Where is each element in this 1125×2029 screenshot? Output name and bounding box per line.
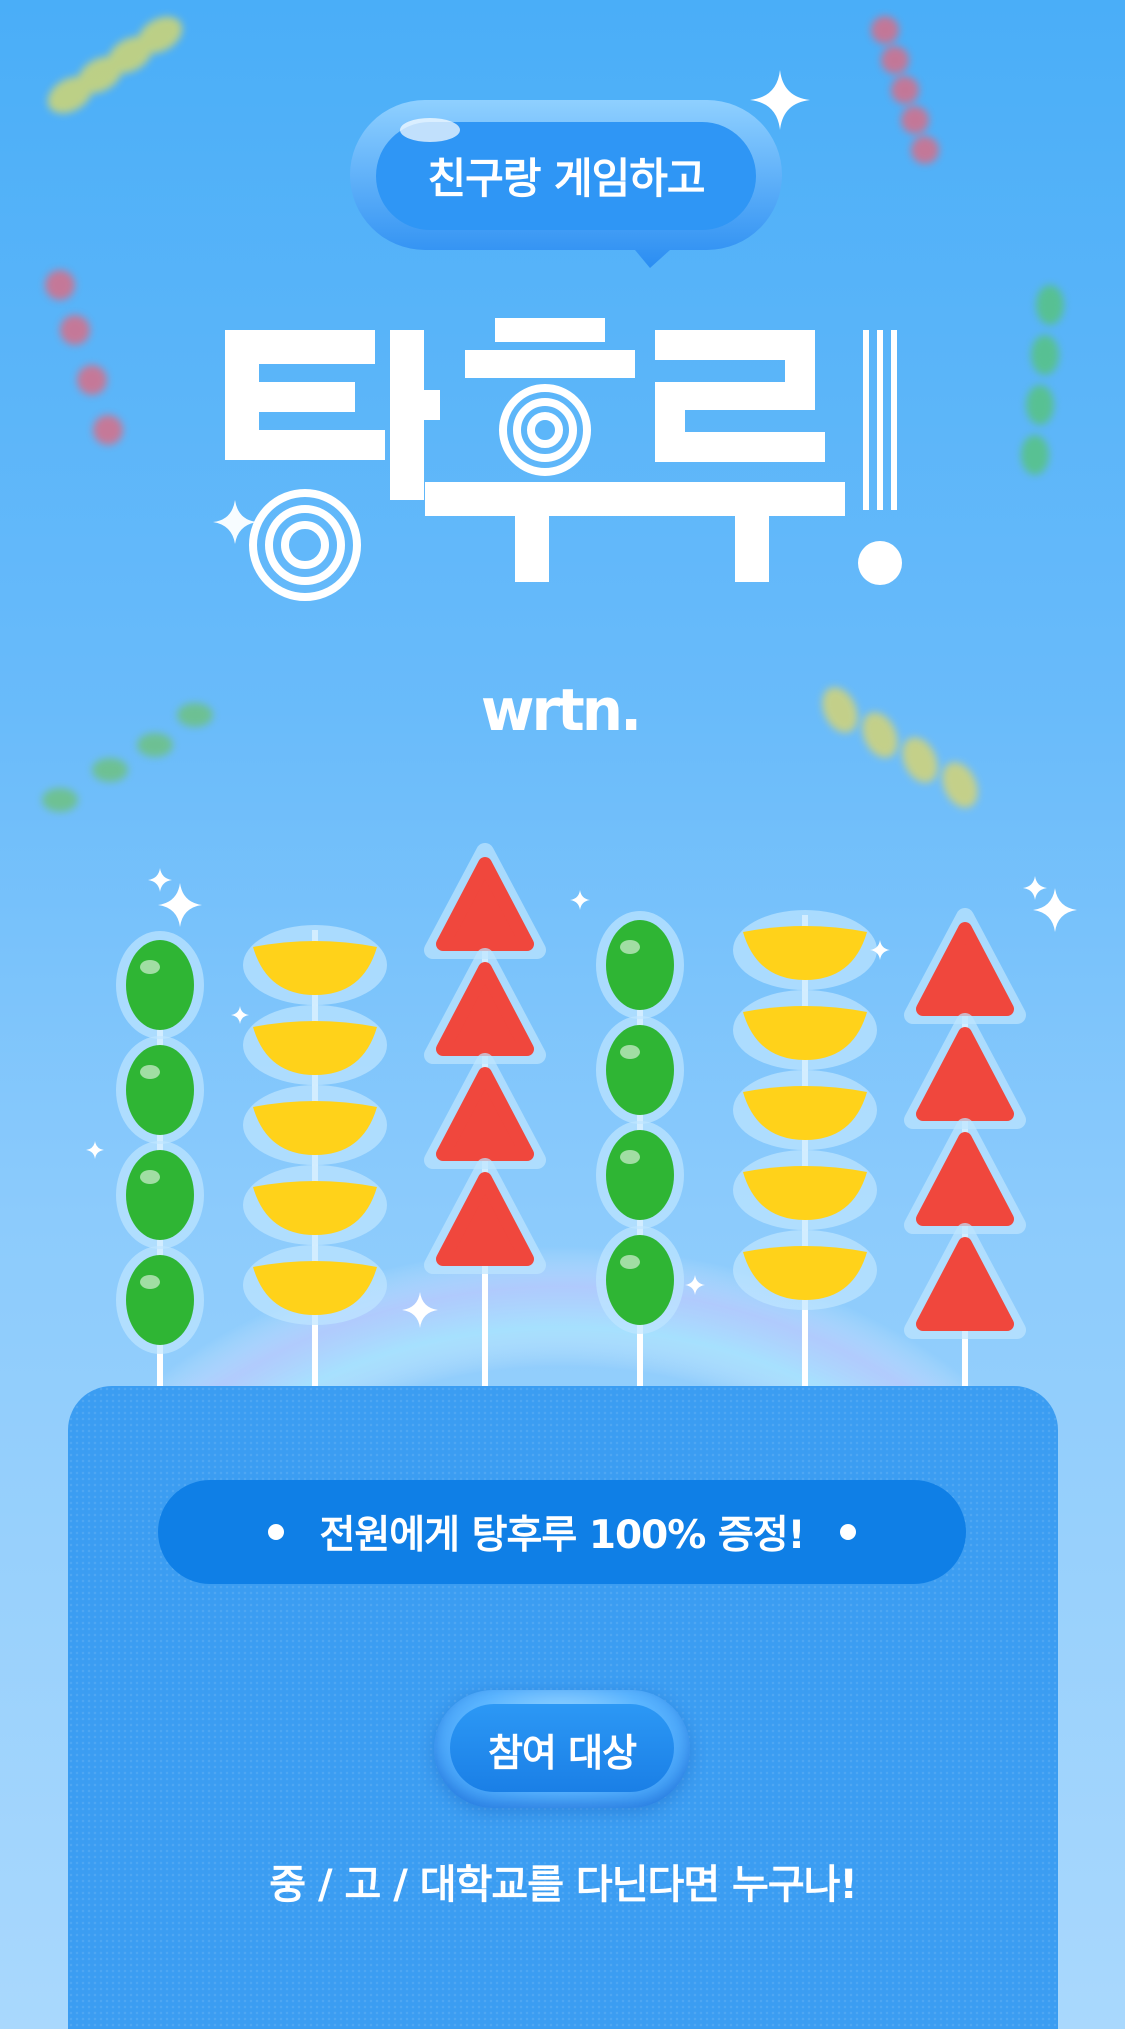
event-page: 친구랑 게임하고 탕후루! bbox=[0, 0, 1125, 2029]
eligibility-label: 참여 대상 bbox=[487, 1730, 637, 1775]
grape-piece bbox=[606, 1130, 674, 1220]
wrtn-logo: wrtn. bbox=[480, 676, 642, 744]
sparkle-icon bbox=[1033, 888, 1077, 932]
grape-piece bbox=[606, 920, 674, 1010]
bullet-dot bbox=[267, 1524, 284, 1540]
sparkle-icon bbox=[148, 868, 172, 892]
grape-piece bbox=[606, 1235, 674, 1325]
grape-piece bbox=[606, 1025, 674, 1115]
sparkle-icon bbox=[1023, 876, 1047, 900]
sparkle-icon bbox=[750, 70, 810, 130]
grape-piece bbox=[126, 1150, 194, 1240]
bubble-text: 친구랑 게임하고 bbox=[427, 153, 705, 203]
title-graphic: 탕후루! bbox=[213, 318, 902, 601]
sparkle-icon bbox=[158, 883, 202, 927]
tanghulu-illustration bbox=[42, 843, 1082, 1400]
eligibility-pill: 참여 대상 bbox=[434, 1690, 690, 1808]
bullet-dot bbox=[840, 1524, 857, 1540]
banner-text: 전원에게 탕후루 100% 증정! bbox=[319, 1513, 806, 1558]
grape-piece bbox=[126, 940, 194, 1030]
grape-piece bbox=[126, 1255, 194, 1345]
promo-banner: 전원에게 탕후루 100% 증정! bbox=[158, 1480, 966, 1584]
skewer-grape bbox=[116, 931, 204, 1400]
grape-piece bbox=[126, 1045, 194, 1135]
eligibility-text: 중 / 고 / 대학교를 다닌다면 누구나! bbox=[269, 1862, 857, 1908]
